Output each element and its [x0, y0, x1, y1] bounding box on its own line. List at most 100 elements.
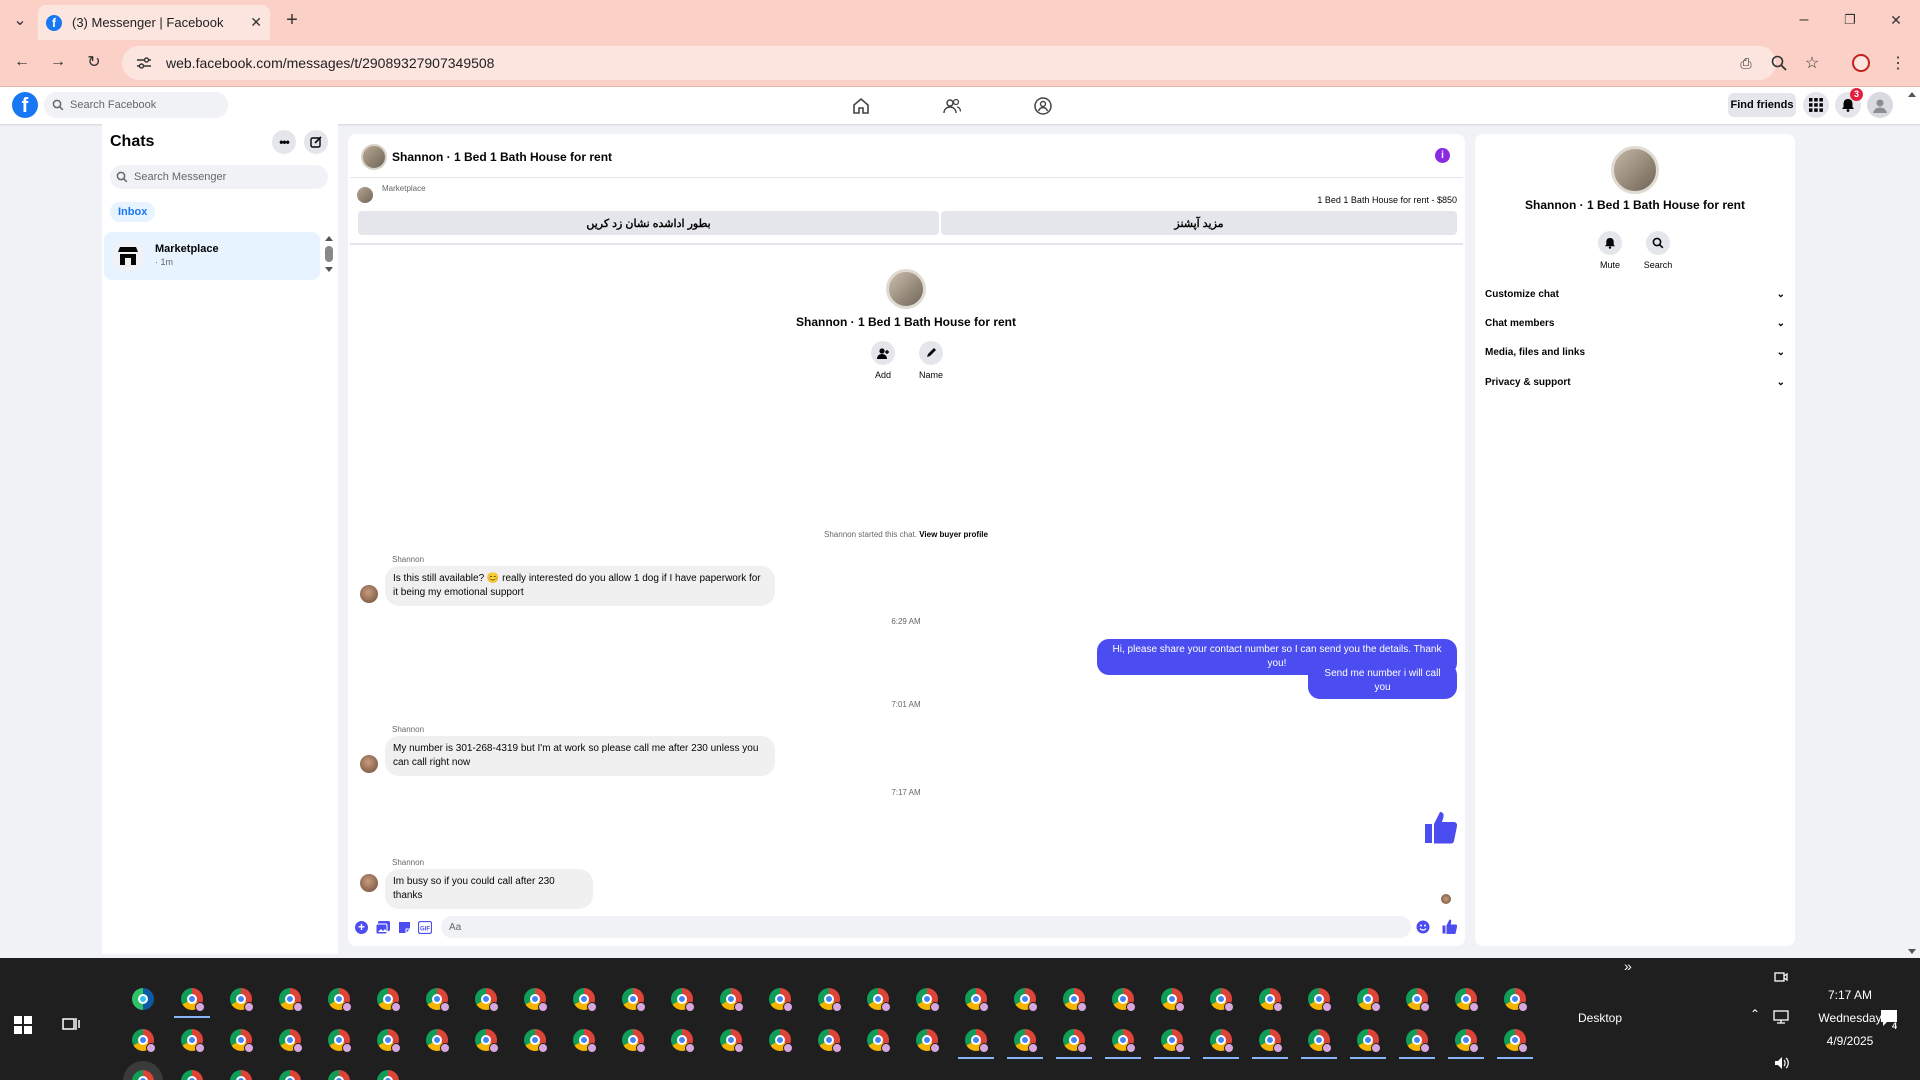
home-icon[interactable]	[851, 96, 871, 116]
chrome-taskbar-icon[interactable]	[230, 1070, 252, 1080]
chrome-taskbar-icon[interactable]	[426, 988, 450, 1012]
conversation-item-marketplace[interactable]: Marketplace · 1m	[104, 232, 320, 280]
chrome-taskbar-icon[interactable]	[622, 988, 646, 1012]
chrome-taskbar-icon[interactable]	[475, 1029, 499, 1053]
chrome-taskbar-icon[interactable]	[1259, 988, 1283, 1012]
chrome-taskbar-icon[interactable]	[1406, 988, 1430, 1012]
chrome-taskbar-icon[interactable]	[1161, 988, 1185, 1012]
chrome-taskbar-icon[interactable]	[1308, 1029, 1332, 1053]
clock-date[interactable]: 4/9/2025	[1808, 1034, 1892, 1048]
sender-avatar[interactable]	[360, 585, 378, 603]
browser-tab[interactable]: f (3) Messenger | Facebook ✕	[38, 5, 270, 40]
chrome-taskbar-icon[interactable]	[132, 1029, 156, 1053]
photo-gallery-icon[interactable]	[376, 921, 390, 934]
chrome-taskbar-icon[interactable]	[965, 988, 989, 1012]
sender-avatar[interactable]	[360, 874, 378, 892]
chrome-taskbar-icon[interactable]	[867, 988, 891, 1012]
gif-icon[interactable]: GIF	[418, 921, 432, 934]
back-arrow-icon[interactable]: ←	[8, 48, 36, 76]
new-tab-button[interactable]: +	[278, 6, 306, 34]
meet-now-icon[interactable]	[1774, 970, 1788, 984]
more-options-icon[interactable]: •••	[272, 130, 296, 154]
chrome-taskbar-icon[interactable]	[524, 988, 548, 1012]
tab-search-chevron-icon[interactable]: ⌄	[6, 6, 34, 34]
facebook-search-input[interactable]: Search Facebook	[44, 92, 228, 118]
chrome-taskbar-icon[interactable]	[230, 1029, 254, 1053]
chrome-taskbar-icon[interactable]	[181, 988, 205, 1012]
chrome-taskbar-icon[interactable]	[1455, 1029, 1479, 1053]
groups-icon[interactable]	[1033, 96, 1053, 116]
bookmark-star-icon[interactable]: ☆	[1798, 49, 1826, 77]
incoming-message[interactable]: Is this still available? 😊 really intere…	[385, 566, 775, 606]
chrome-taskbar-icon[interactable]	[328, 1029, 352, 1053]
chrome-taskbar-icon[interactable]	[1259, 1029, 1283, 1053]
chrome-taskbar-icon[interactable]	[181, 1070, 203, 1080]
show-hidden-icons-chevron[interactable]: ⌃	[1750, 1007, 1760, 1021]
chrome-taskbar-icon[interactable]	[328, 988, 352, 1012]
chrome-taskbar-icon[interactable]	[524, 1029, 548, 1053]
chrome-taskbar-icon[interactable]	[1455, 988, 1479, 1012]
chrome-taskbar-icon[interactable]	[916, 988, 940, 1012]
name-action[interactable]: Name	[906, 341, 956, 380]
account-avatar[interactable]	[1867, 92, 1893, 118]
facebook-logo[interactable]: f	[12, 92, 38, 118]
media-files-links-section[interactable]: Media, files and links ⌄	[1485, 347, 1785, 358]
conversation-title[interactable]: Shannon · 1 Bed 1 Bath House for rent	[392, 150, 612, 164]
taskbar-overflow-chevron[interactable]: »	[1624, 958, 1632, 974]
close-window-icon[interactable]: ✕	[1882, 6, 1910, 34]
volume-icon[interactable]	[1774, 1056, 1790, 1070]
menu-grid-icon[interactable]	[1803, 92, 1829, 118]
search-in-conversation-button[interactable]: Search	[1633, 231, 1683, 270]
chrome-taskbar-icon[interactable]	[1112, 988, 1136, 1012]
chrome-taskbar-icon[interactable]	[573, 1029, 597, 1053]
find-friends-button[interactable]: Find friends	[1728, 93, 1796, 117]
chrome-taskbar-icon[interactable]	[279, 1029, 303, 1053]
restore-window-icon[interactable]: ❐	[1836, 6, 1864, 34]
chrome-taskbar-icon[interactable]	[867, 1029, 891, 1053]
chrome-taskbar-icon[interactable]	[818, 988, 842, 1012]
send-like-icon[interactable]	[1442, 919, 1457, 934]
more-actions-plus-icon[interactable]: +	[355, 921, 368, 934]
chrome-taskbar-icon[interactable]	[1504, 1029, 1528, 1053]
inbox-tab[interactable]: Inbox	[110, 202, 156, 222]
messenger-search-input[interactable]: Search Messenger	[110, 165, 328, 189]
friends-icon[interactable]	[942, 96, 962, 116]
sender-avatar[interactable]	[360, 755, 378, 773]
emoji-icon[interactable]	[1416, 920, 1430, 934]
install-app-icon[interactable]: ⎙	[1732, 49, 1760, 77]
listing-title-price[interactable]: 1 Bed 1 Bath House for rent - $850	[1100, 195, 1457, 205]
clock-time[interactable]: 7:17 AM	[1808, 988, 1892, 1002]
incoming-message[interactable]: Im busy so if you could call after 230 t…	[385, 869, 593, 909]
address-bar[interactable]: web.facebook.com/messages/t/290893279073…	[122, 46, 1776, 80]
desktop-toolbar-label[interactable]: Desktop	[1578, 1011, 1622, 1025]
chrome-taskbar-icon[interactable]	[1063, 988, 1087, 1012]
task-view-icon[interactable]	[62, 1016, 80, 1032]
chat-members-section[interactable]: Chat members ⌄	[1485, 318, 1785, 329]
view-buyer-profile-link[interactable]: View buyer profile	[919, 530, 988, 539]
add-people-action[interactable]: Add	[858, 341, 908, 380]
chrome-taskbar-icon[interactable]	[1210, 988, 1234, 1012]
chrome-taskbar-icon[interactable]	[181, 1029, 205, 1053]
chrome-taskbar-icon[interactable]	[1014, 1029, 1038, 1053]
new-message-icon[interactable]	[304, 130, 328, 154]
chrome-taskbar-icon[interactable]	[1308, 988, 1332, 1012]
mute-button[interactable]: Mute	[1585, 231, 1635, 270]
chrome-taskbar-icon[interactable]	[132, 1070, 154, 1080]
chrome-taskbar-icon[interactable]	[916, 1029, 940, 1053]
profile-avatar-icon[interactable]	[1852, 54, 1870, 72]
windows-start-icon[interactable]	[14, 1016, 32, 1034]
chrome-taskbar-icon[interactable]	[818, 1029, 842, 1053]
close-tab-icon[interactable]: ✕	[250, 14, 262, 31]
chrome-taskbar-icon[interactable]	[1063, 1029, 1087, 1053]
privacy-support-section[interactable]: Privacy & support ⌄	[1485, 377, 1785, 388]
chrome-taskbar-icon[interactable]	[426, 1029, 450, 1053]
chrome-taskbar-icon[interactable]	[1210, 1029, 1234, 1053]
chrome-taskbar-icon[interactable]	[328, 1070, 350, 1080]
chrome-taskbar-icon[interactable]	[573, 988, 597, 1012]
chrome-taskbar-icon[interactable]	[377, 988, 401, 1012]
site-settings-icon[interactable]	[136, 56, 152, 70]
mark-pending-button[interactable]: بطور اداشده نشان زد کریں	[358, 211, 939, 235]
chrome-taskbar-icon[interactable]	[965, 1029, 989, 1053]
network-icon[interactable]	[1773, 1010, 1789, 1024]
incoming-message[interactable]: My number is 301-268-4319 but I'm at wor…	[385, 736, 775, 776]
